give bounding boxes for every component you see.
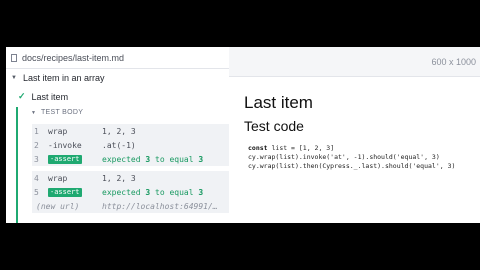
new-url-value: http://localhost:64991/… <box>102 201 218 211</box>
viewport-bar: 600 x 1000 <box>229 47 480 77</box>
assert-label: -assert <box>48 155 82 164</box>
assert-label: -assert <box>48 188 82 197</box>
code-line: cy.wrap(list).invoke('at', -1).should('e… <box>248 153 440 161</box>
command-number: 3 <box>34 154 39 164</box>
viewport-size[interactable]: 600 x 1000 <box>431 57 476 67</box>
assert-value: 3 <box>145 154 151 164</box>
command-row[interactable]: 1 wrap 1, 2, 3 <box>32 124 235 138</box>
assertion-message: expected 3 to equal 3 <box>94 188 203 197</box>
code-keyword: const <box>248 144 268 152</box>
new-url-row[interactable]: (new url) http://localhost:64991/… <box>32 199 235 213</box>
assert-value: 3 <box>198 187 204 197</box>
test-pass-rule <box>16 107 18 223</box>
command-message: .at(-1) <box>102 140 136 150</box>
assert-text: expected <box>102 154 141 164</box>
assert-badge: -assert <box>44 187 94 197</box>
command-name: wrap <box>48 173 68 183</box>
file-icon <box>11 53 17 62</box>
assert-value: 3 <box>145 187 151 197</box>
test-title: Last item <box>31 91 69 102</box>
code-line: const list = [1, 2, 3] <box>248 144 334 152</box>
suite-title: Last item in an array <box>22 73 105 83</box>
assert-badge: -assert <box>44 154 94 164</box>
assert-text: to equal <box>155 154 194 164</box>
test-body-toggle[interactable]: ▼ TEST BODY <box>31 109 83 116</box>
spec-file-header[interactable]: docs/recipes/last-item.md <box>6 47 229 69</box>
section-title: Test code <box>244 118 304 134</box>
new-url-label: (new url) <box>36 201 80 211</box>
command-group: 4 wrap 1, 2, 3 5 -assert expected 3 to e… <box>32 171 235 213</box>
command-number: 1 <box>34 126 39 136</box>
command-number: 5 <box>34 187 39 197</box>
code-line: cy.wrap(list).then(Cypress._.last).shoul… <box>248 162 456 170</box>
assertion-row[interactable]: 3 -assert expected 3 to equal 3 <box>32 152 235 166</box>
test-body-label: TEST BODY <box>40 109 84 116</box>
assertion-message: expected 3 to equal 3 <box>94 155 203 164</box>
code-text: list = [1, 2, 3] <box>267 144 335 152</box>
command-row[interactable]: 2 -invoke .at(-1) <box>32 138 235 152</box>
command-number: 4 <box>34 173 39 183</box>
assert-value: 3 <box>198 154 204 164</box>
caret-down-icon: ▼ <box>11 75 17 81</box>
caret-down-icon: ▼ <box>31 109 36 116</box>
command-message: 1, 2, 3 <box>102 126 136 136</box>
command-log-panel: docs/recipes/last-item.md ▼ Last item in… <box>6 47 235 223</box>
assert-text: to equal <box>155 187 194 197</box>
command-message: 1, 2, 3 <box>102 173 136 183</box>
app-preview: 600 x 1000 Last item Test code const lis… <box>229 47 480 223</box>
assert-text: expected <box>102 187 141 197</box>
spec-file-path: docs/recipes/last-item.md <box>22 52 125 63</box>
video-frame: docs/recipes/last-item.md ▼ Last item in… <box>0 0 480 270</box>
page-title: Last item <box>244 93 313 112</box>
command-group: 1 wrap 1, 2, 3 2 -invoke .at(-1) 3 -asse… <box>32 124 235 166</box>
suite-row[interactable]: ▼ Last item in an array <box>6 69 105 87</box>
command-name: -invoke <box>48 140 82 150</box>
command-number: 2 <box>34 140 39 150</box>
command-row[interactable]: 4 wrap 1, 2, 3 <box>32 171 235 185</box>
test-row[interactable]: ✓ Last item <box>6 87 229 106</box>
assertion-row[interactable]: 5 -assert expected 3 to equal 3 <box>32 185 235 199</box>
check-icon: ✓ <box>18 91 26 101</box>
command-name: wrap <box>48 126 68 136</box>
